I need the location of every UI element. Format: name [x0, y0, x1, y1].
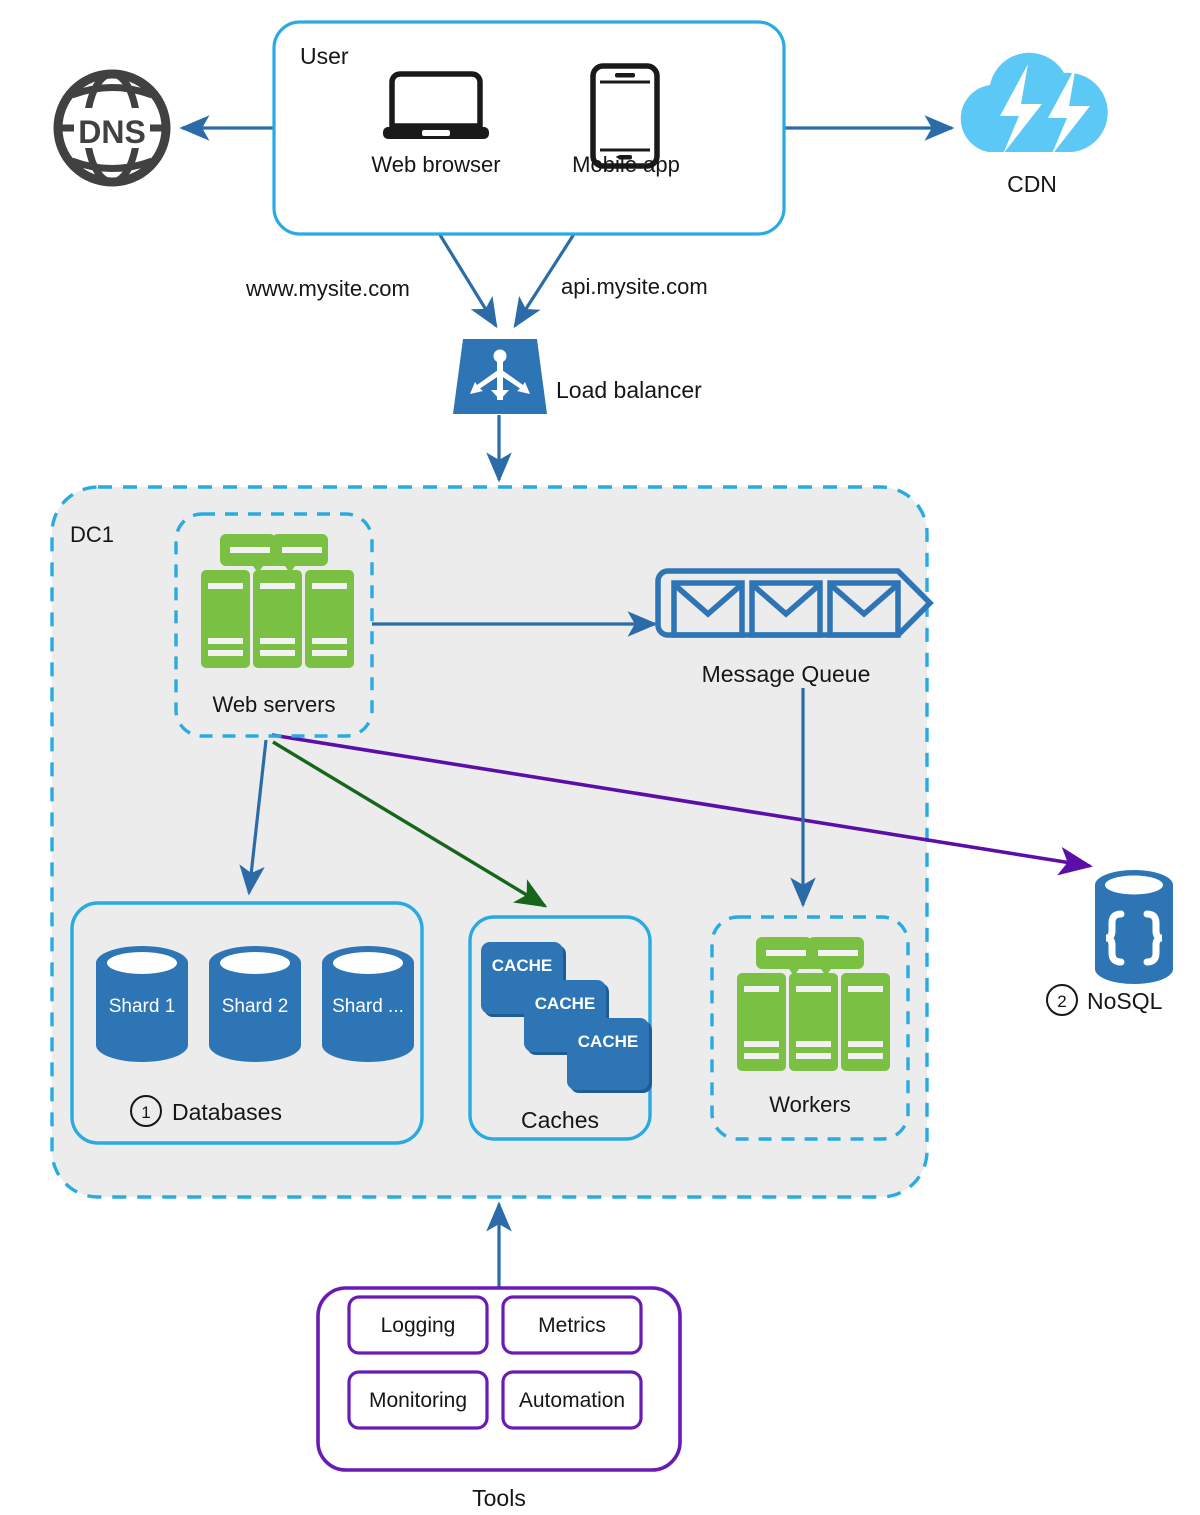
datacenter-region: DC1: [50, 485, 929, 1199]
mobile-app-label: Mobile app: [572, 152, 680, 177]
shard-label: Shard ...: [332, 996, 404, 1017]
load-balancer-label: Load balancer: [556, 377, 702, 403]
nosql-badge: 2: [1046, 984, 1078, 1016]
shard-label: Shard 2: [222, 996, 289, 1017]
web-servers-label: Web servers: [212, 692, 335, 717]
cdn-label: CDN: [1007, 171, 1057, 197]
message-queue-label: Message Queue: [702, 661, 871, 687]
cache-label: CACHE: [492, 956, 552, 975]
tools-item-label: Automation: [519, 1389, 625, 1412]
dns-label: DNS: [78, 114, 146, 150]
tools-item-label: Monitoring: [369, 1389, 467, 1412]
diagram-svg: DC1 DNS User Web browser Mobile app CDN …: [50, 20, 1173, 1511]
architecture-diagram-canvas: DC1 DNS User Web browser Mobile app CDN …: [0, 0, 1200, 1515]
tools-item-label: Metrics: [538, 1314, 606, 1337]
databases-label: Databases: [172, 1099, 282, 1125]
dns-node[interactable]: DNS: [53, 69, 171, 187]
nosql-label: NoSQL: [1087, 988, 1163, 1014]
laptop-icon: [383, 71, 489, 139]
edge-label-api: api.mysite.com: [561, 274, 708, 299]
web-browser-label: Web browser: [371, 152, 500, 177]
database-braces-icon: [1095, 870, 1173, 984]
load-balancer-node[interactable]: Load balancer: [453, 339, 702, 414]
user-group-box: User: [272, 20, 786, 236]
smartphone-icon: [590, 63, 660, 169]
datacenter-label: DC1: [70, 522, 114, 547]
tools-item-monitoring[interactable]: Monitoring: [347, 1370, 489, 1430]
tools-item-metrics[interactable]: Metrics: [501, 1295, 643, 1355]
caches-label: Caches: [521, 1107, 599, 1133]
globe-icon: DNS: [53, 69, 171, 187]
tools-item-automation[interactable]: Automation: [501, 1370, 643, 1430]
shard-label: Shard 1: [109, 996, 176, 1017]
tools-item-logging[interactable]: Logging: [347, 1295, 489, 1355]
edge-label-www: www.mysite.com: [245, 276, 410, 301]
database-cylinder: Shard 1: [96, 946, 188, 1062]
databases-badge-number: 1: [141, 1103, 150, 1122]
web-browser-node[interactable]: Web browser: [371, 71, 501, 177]
nosql-badge-number: 2: [1057, 992, 1066, 1011]
tools-group[interactable]: Logging Metrics Monitoring Automation To…: [316, 1286, 682, 1511]
database-cylinder: Shard 2: [209, 946, 301, 1062]
workers-label: Workers: [769, 1092, 851, 1117]
cache-label: CACHE: [578, 1032, 638, 1051]
tools-item-label: Logging: [381, 1314, 456, 1337]
tools-label: Tools: [472, 1485, 526, 1511]
cloud-lightning-icon: [960, 52, 1108, 156]
load-balancer-icon: [453, 339, 547, 414]
nosql-node[interactable]: 2 NoSQL: [1046, 870, 1173, 1016]
user-group-label: User: [300, 43, 349, 69]
cdn-node[interactable]: CDN: [960, 52, 1108, 197]
cache-label: CACHE: [535, 994, 595, 1013]
database-cylinder: Shard ...: [322, 946, 414, 1062]
